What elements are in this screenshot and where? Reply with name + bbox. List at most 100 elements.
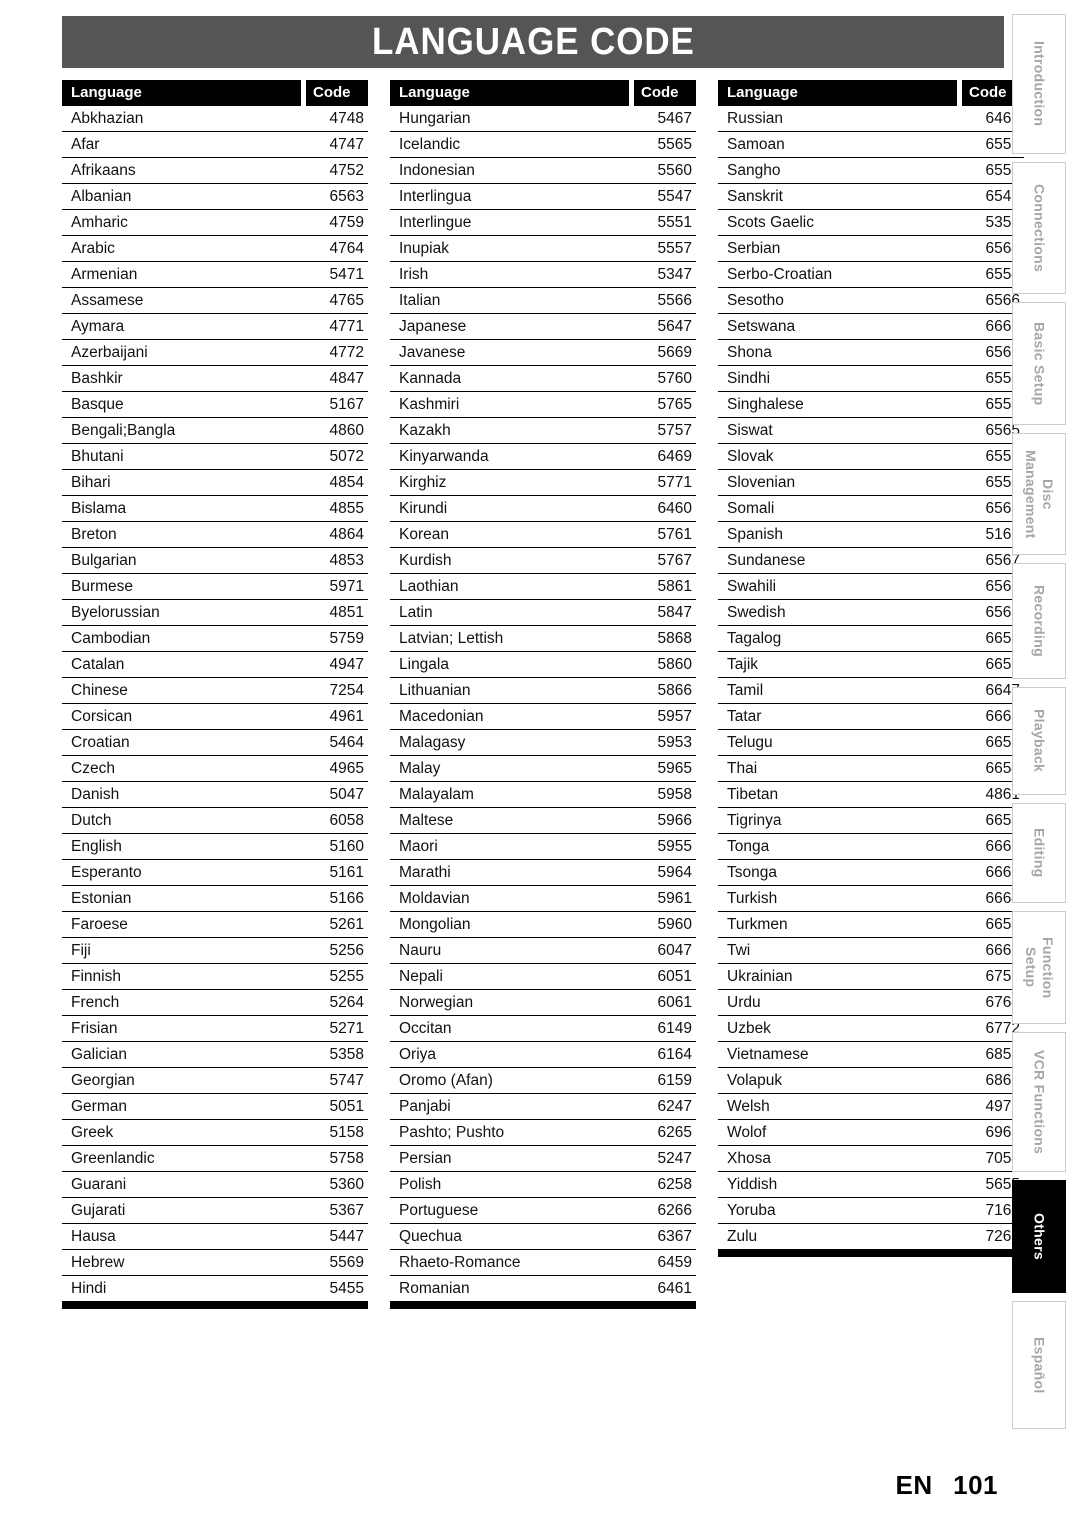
table-row: Hungarian 5467 [390, 106, 696, 132]
table-row: Moldavian 5961 [390, 886, 696, 912]
chapter-tab-editing[interactable]: Editing [1012, 803, 1066, 903]
cell-language: Swedish [727, 603, 786, 621]
cell-language: French [71, 993, 120, 1011]
cell-language: Bulgarian [71, 551, 137, 569]
chapter-tab-others[interactable]: Others [1012, 1180, 1066, 1293]
cell-language: Xhosa [727, 1149, 771, 1167]
cell-language: Kurdish [399, 551, 452, 569]
cell-language: Byelorussian [71, 603, 160, 621]
cell-language: Urdu [727, 993, 761, 1011]
cell-language: Amharic [71, 213, 128, 231]
table-row: Greenlandic 5758 [62, 1146, 368, 1172]
chapter-tab-label: Disc Management [1023, 449, 1056, 539]
cell-code: 6469 [657, 447, 692, 465]
cell-language: Mongolian [399, 915, 471, 933]
cell-language: Nauru [399, 941, 442, 959]
cell-language: Corsican [71, 707, 133, 725]
table-row: Shona 6560 [718, 340, 1024, 366]
cell-language: Irish [399, 265, 429, 283]
chapter-tab-disc-management[interactable]: Disc Management [1012, 433, 1066, 555]
cell-code: 5771 [657, 473, 692, 491]
cell-code: 4765 [329, 291, 364, 309]
cell-language: Quechua [399, 1227, 462, 1245]
cell-language: Breton [71, 525, 117, 543]
cell-code: 5964 [657, 863, 692, 881]
cell-language: Javanese [399, 343, 466, 361]
cell-language: Czech [71, 759, 115, 777]
chapter-tab-espa-ol[interactable]: Español [1012, 1301, 1066, 1429]
cell-language: Japanese [399, 317, 467, 335]
chapter-tab-basic-setup[interactable]: Basic Setup [1012, 302, 1066, 425]
column-header-language: Language [62, 80, 301, 106]
table-header-row: Language Code [718, 80, 1024, 106]
chapter-tab-label: VCR Functions [1031, 1049, 1048, 1155]
cell-language: Afar [71, 135, 100, 153]
chapter-tab-vcr-functions[interactable]: VCR Functions [1012, 1032, 1066, 1172]
cell-code: 4748 [329, 109, 364, 127]
cell-code: 4764 [329, 239, 364, 257]
cell-language: Korean [399, 525, 449, 543]
cell-language: English [71, 837, 122, 855]
table-row: Yoruba 7161 [718, 1198, 1024, 1224]
chapter-tab-connections[interactable]: Connections [1012, 162, 1066, 294]
cell-language: Bengali;Bangla [71, 421, 176, 439]
table-header-row: Language Code [62, 80, 368, 106]
cell-language: Dutch [71, 811, 112, 829]
table-row: Cambodian 5759 [62, 626, 368, 652]
table-row: Tajik 6653 [718, 652, 1024, 678]
cell-language: Latvian; Lettish [399, 629, 504, 647]
cell-code: 6367 [657, 1227, 692, 1245]
table-row: Catalan 4947 [62, 652, 368, 678]
cell-code: 5958 [657, 785, 692, 803]
cell-code: 4752 [329, 161, 364, 179]
table-row: Finnish 5255 [62, 964, 368, 990]
cell-language: Laothian [399, 577, 459, 595]
table-row: Kurdish 5767 [390, 548, 696, 574]
cell-language: Hausa [71, 1227, 116, 1245]
table-row: Macedonian 5957 [390, 704, 696, 730]
cell-code: 5158 [329, 1123, 364, 1141]
cell-language: Uzbek [727, 1019, 771, 1037]
cell-code: 6258 [657, 1175, 692, 1193]
cell-code: 5367 [329, 1201, 364, 1219]
table-row: Uzbek 6772 [718, 1016, 1024, 1042]
cell-language: Tsonga [727, 863, 777, 881]
table-row: Bashkir 4847 [62, 366, 368, 392]
cell-code: 5160 [329, 837, 364, 855]
cell-language: Scots Gaelic [727, 213, 815, 231]
table-row: Nepali 6051 [390, 964, 696, 990]
cell-language: Kannada [399, 369, 462, 387]
table-row: Chinese 7254 [62, 678, 368, 704]
cell-code: 6051 [657, 967, 692, 985]
table-row: Burmese 5971 [62, 574, 368, 600]
cell-language: Telugu [727, 733, 773, 751]
chapter-tab-recording[interactable]: Recording [1012, 563, 1066, 679]
cell-language: Latin [399, 603, 433, 621]
table-row: Siswat 6565 [718, 418, 1024, 444]
chapter-tab-label: Basic Setup [1031, 321, 1048, 406]
table-row: Sindhi 6550 [718, 366, 1024, 392]
chapter-tab-introduction[interactable]: Introduction [1012, 14, 1066, 154]
chapter-tab-playback[interactable]: Playback [1012, 687, 1066, 795]
table-row: Oromo (Afan) 6159 [390, 1068, 696, 1094]
cell-language: Albanian [71, 187, 132, 205]
table-row: Inupiak 5557 [390, 236, 696, 262]
table-row: Pashto; Pushto 6265 [390, 1120, 696, 1146]
cell-language: Russian [727, 109, 783, 127]
cell-language: Assamese [71, 291, 144, 309]
chapter-tab-label: Connections [1031, 183, 1048, 273]
cell-code: 5758 [329, 1149, 364, 1167]
table-row: Kirghiz 5771 [390, 470, 696, 496]
chapter-tab-function-setup[interactable]: Function Setup [1012, 911, 1066, 1024]
cell-language: Frisian [71, 1019, 118, 1037]
cell-language: Setswana [727, 317, 796, 335]
cell-code: 4860 [329, 421, 364, 439]
cell-language: Romanian [399, 1279, 470, 1297]
cell-code: 5255 [329, 967, 364, 985]
cell-code: 5261 [329, 915, 364, 933]
page-footer: EN 101 [0, 1470, 1004, 1501]
cell-code: 6461 [657, 1279, 692, 1297]
cell-language: Kirghiz [399, 473, 447, 491]
table-row: Assamese 4765 [62, 288, 368, 314]
table-row: Bihari 4854 [62, 470, 368, 496]
